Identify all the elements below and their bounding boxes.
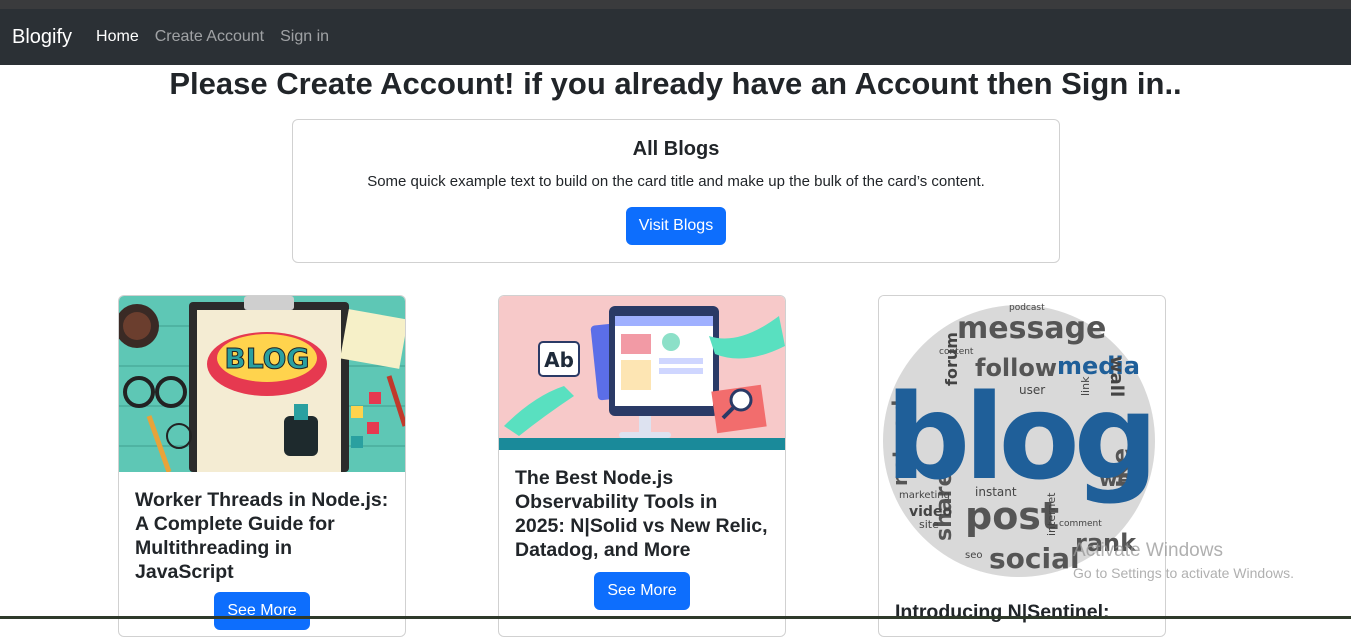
blog-card: BLOG Worker Threads in Node.js: A Comple… [118, 295, 406, 637]
ab-graphic-text: Ab [544, 348, 574, 372]
wordcloud-word: seo [965, 550, 982, 561]
blog-card-title: Introducing N|Sentinel: [895, 601, 1110, 623]
all-blogs-card: All Blogs Some quick example text to bui… [292, 119, 1060, 263]
activate-windows-subtitle: Go to Settings to activate Windows. [1073, 565, 1294, 581]
see-more-button[interactable]: See More [594, 572, 690, 610]
window-top-strip [0, 0, 1351, 9]
brand-logo-link[interactable]: Blogify [12, 26, 72, 49]
see-more-button[interactable]: See More [214, 592, 310, 630]
nav-sign-in-link[interactable]: Sign in [280, 28, 329, 46]
page-title: Please Create Account! if you already ha… [169, 66, 1182, 101]
wordcloud-word: message [957, 311, 1106, 346]
blog-graphic-text: BLOG [225, 342, 310, 375]
wordcloud-word: social [989, 542, 1080, 575]
design-screen-illustration-image: Ab [499, 296, 785, 450]
blog-card: Ab The Best Node.js Observability Tools … [498, 295, 786, 637]
activate-windows-title: Activate Windows [1073, 540, 1223, 561]
blog-card-title: The Best Node.js Observability Tools in … [515, 467, 768, 561]
all-blogs-text: Some quick example text to build on the … [367, 173, 985, 190]
navbar: Blogify Home Create Account Sign in [0, 9, 1351, 65]
wordcloud-word: comment [1059, 519, 1102, 529]
blog-illustration-image: BLOG [119, 296, 405, 472]
blog-card-title: Worker Threads in Node.js: A Complete Gu… [135, 489, 389, 583]
wordcloud-word: content [939, 347, 974, 357]
visit-blogs-button[interactable]: Visit Blogs [625, 207, 727, 245]
nav-home-link[interactable]: Home [96, 28, 139, 46]
wordcloud-word: podcast [1009, 303, 1045, 313]
nav-create-account-link[interactable]: Create Account [155, 28, 264, 46]
all-blogs-title: All Blogs [632, 138, 720, 160]
wordcloud-main-word: blog [886, 368, 1152, 506]
blog-card: message follow media post social rank li… [878, 295, 1166, 637]
wordcloud-word: site [919, 518, 939, 531]
